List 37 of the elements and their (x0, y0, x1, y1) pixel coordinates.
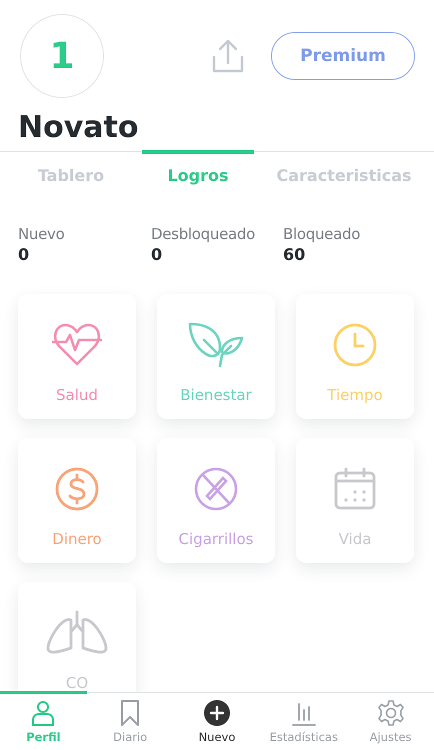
nav-item[interactable]: Ajustes (347, 691, 434, 750)
stat-value: 60 (283, 245, 306, 264)
clock-icon (332, 322, 378, 368)
nav-item[interactable]: Perfil (0, 691, 87, 750)
nav-item[interactable]: Diario (86, 691, 174, 750)
category-card[interactable]: Dinero (18, 438, 136, 563)
nav-item[interactable]: Nuevo (174, 691, 260, 750)
calendar-icon (332, 466, 378, 512)
level-badge: 1 (20, 14, 104, 98)
person-icon (30, 700, 56, 726)
stat-value: 0 (151, 245, 164, 264)
stat-value: 0 (18, 245, 30, 264)
category-card[interactable]: Bienestar (157, 294, 275, 419)
add-icon (204, 700, 230, 726)
dollar-coin-icon (54, 466, 100, 512)
category-label: Bienestar (180, 386, 252, 404)
category-label: Tiempo (327, 386, 383, 404)
share-icon[interactable] (212, 39, 244, 73)
category-label: Cigarrillos (178, 530, 254, 548)
category-card[interactable]: Tiempo (296, 294, 414, 419)
stat-label: Desbloqueado (151, 225, 256, 243)
stat-label: Nuevo (18, 225, 66, 243)
premium-button[interactable]: Premium (271, 32, 415, 80)
lungs-icon (44, 610, 110, 656)
tab[interactable]: Logros (142, 150, 254, 185)
heart-pulse-icon (52, 322, 102, 368)
no-smoking-icon (193, 466, 239, 512)
category-label: Salud (56, 386, 98, 404)
leaf-icon (186, 322, 246, 368)
rank-title: Novato (18, 110, 140, 145)
category-card[interactable]: Cigarrillos (157, 438, 275, 563)
stat-label: Bloqueado (283, 225, 362, 243)
settings-icon (378, 700, 404, 726)
category-label: Dinero (52, 530, 102, 548)
bar-chart-icon (290, 700, 317, 726)
nav-item[interactable]: Estadísticas (260, 691, 348, 750)
category-card[interactable]: Salud (18, 294, 136, 419)
